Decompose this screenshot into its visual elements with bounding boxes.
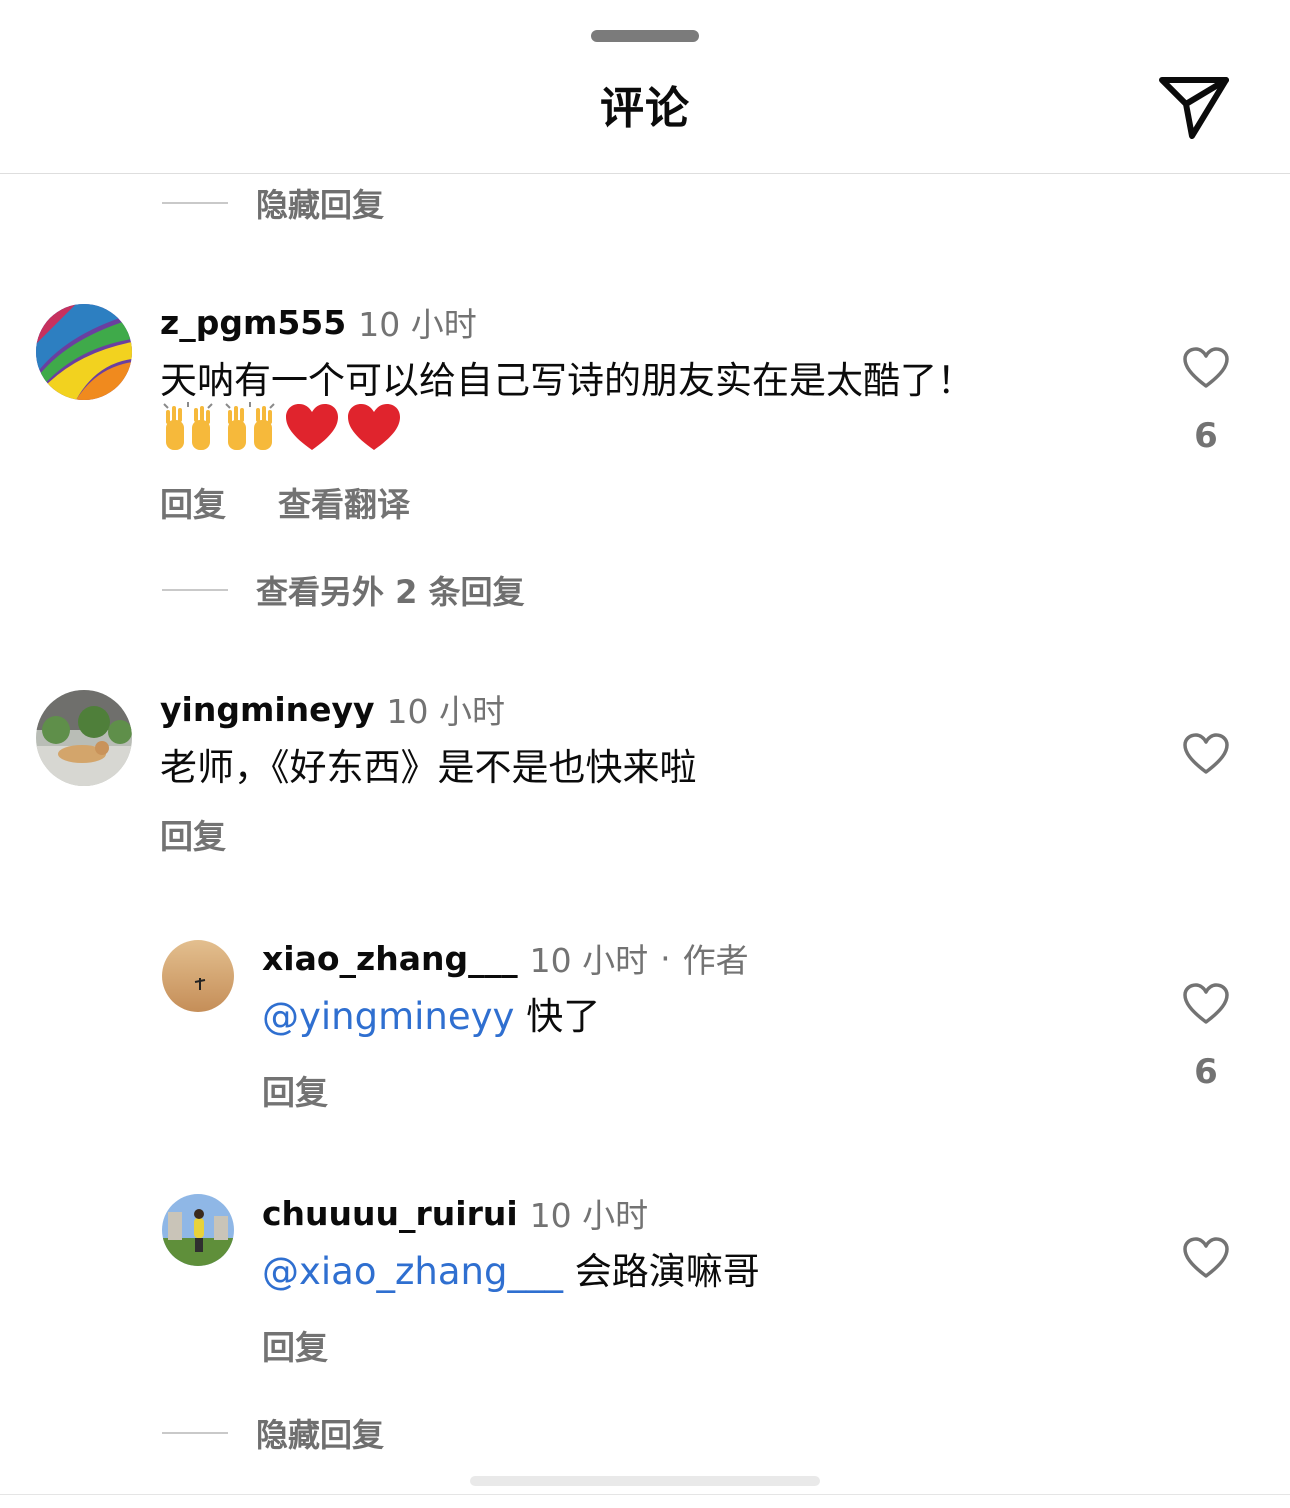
- hide-replies-label: 隐藏回复: [256, 186, 385, 224]
- avatar[interactable]: [36, 690, 132, 786]
- comment-text: 老师，《好东西》是不是也快来啦: [160, 746, 697, 789]
- reply-button[interactable]: 回复: [160, 478, 226, 526]
- view-more-replies-label: 查看另外 2 条回复: [256, 573, 525, 611]
- red-heart-icon: [286, 404, 338, 450]
- home-indicator: [470, 1476, 820, 1486]
- reply-button[interactable]: 回复: [262, 1066, 328, 1114]
- heart-outline-icon[interactable]: [1182, 732, 1230, 776]
- translate-button[interactable]: 查看翻译: [278, 478, 410, 526]
- hide-replies-toggle[interactable]: 隐藏回复: [162, 183, 385, 224]
- page-title: 评论: [600, 83, 690, 134]
- comment-text: 天呐有一个可以给自己写诗的朋友实在是太酷了！: [160, 359, 974, 402]
- toggle-line: [162, 1432, 228, 1434]
- username[interactable]: z_pgm555: [160, 303, 346, 342]
- raising-hands-icon: [163, 402, 213, 450]
- username[interactable]: yingmineyy: [160, 690, 375, 729]
- like-count: 6: [1194, 1052, 1218, 1092]
- reply-body: 会路演嘛哥: [562, 1250, 760, 1293]
- timestamp: 10 小时: [529, 941, 649, 980]
- comment-actions: 回复: [160, 810, 278, 858]
- timestamp: 10 小时: [386, 692, 506, 731]
- red-heart-icon: [348, 404, 400, 450]
- comments-sheet: 评论 隐藏回复 z_pgm555 10 小时 天呐有一个可以给自己写诗的朋友实在…: [0, 0, 1290, 1508]
- reply-text: @yingmineyy 快了: [262, 990, 600, 1044]
- like-count: 6: [1194, 416, 1218, 456]
- comment-actions: 回复 查看翻译: [160, 478, 462, 526]
- username[interactable]: xiao_zhang___: [262, 939, 518, 978]
- username[interactable]: chuuuu_ruirui: [262, 1194, 518, 1233]
- heart-outline-icon[interactable]: [1182, 1236, 1230, 1280]
- reply-body: 快了: [514, 995, 601, 1038]
- reply-text: @xiao_zhang___ 会路演嘛哥: [262, 1245, 760, 1299]
- hide-replies-toggle[interactable]: 隐藏回复: [162, 1413, 385, 1454]
- author-badge: 作者: [682, 941, 749, 980]
- comment-meta: z_pgm555 10 小时: [160, 300, 477, 345]
- reply-meta: chuuuu_ruirui 10 小时: [262, 1191, 649, 1236]
- reply-button[interactable]: 回复: [160, 810, 226, 858]
- hide-replies-label: 隐藏回复: [256, 1416, 385, 1454]
- raising-hands-icon: [225, 402, 275, 450]
- reply-actions: 回复: [262, 1321, 380, 1369]
- timestamp: 10 小时: [358, 305, 477, 344]
- mention-link[interactable]: @yingmineyy: [262, 995, 514, 1038]
- mention-link[interactable]: @xiao_zhang___: [262, 1250, 563, 1293]
- avatar[interactable]: [162, 1194, 234, 1266]
- drag-handle[interactable]: [591, 30, 699, 42]
- heart-outline-icon[interactable]: [1182, 346, 1230, 390]
- share-icon[interactable]: [1156, 72, 1232, 140]
- toggle-line: [162, 589, 228, 591]
- reply-actions: 回复: [262, 1066, 380, 1114]
- bottom-divider: [0, 1494, 1290, 1495]
- comment-emojis: [160, 402, 402, 454]
- toggle-line: [162, 202, 228, 204]
- view-more-replies-toggle[interactable]: 查看另外 2 条回复: [162, 570, 525, 611]
- reply-button[interactable]: 回复: [262, 1321, 328, 1369]
- separator-dot: ·: [660, 938, 671, 978]
- avatar[interactable]: [162, 940, 234, 1012]
- reply-meta: xiao_zhang___ 10 小时 · 作者: [262, 936, 749, 981]
- comment-meta: yingmineyy 10 小时: [160, 687, 506, 732]
- avatar[interactable]: [36, 304, 132, 400]
- header-divider: [0, 173, 1290, 174]
- timestamp: 10 小时: [529, 1196, 649, 1235]
- heart-outline-icon[interactable]: [1182, 982, 1230, 1026]
